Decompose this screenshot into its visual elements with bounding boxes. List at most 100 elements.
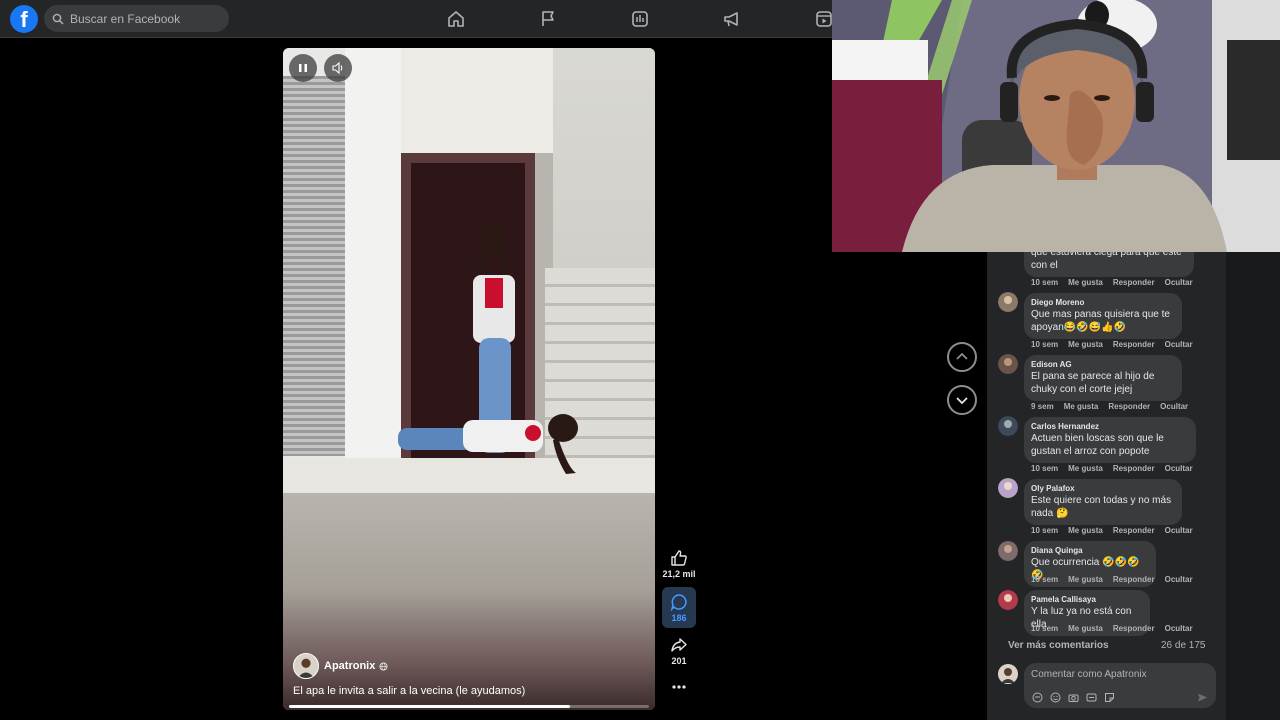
- commenter-name[interactable]: Edison AG: [1031, 360, 1175, 369]
- comment-like-link[interactable]: Me gusta: [1064, 402, 1099, 411]
- comment-count: 186: [671, 613, 687, 623]
- comment-time: 9 sem: [1031, 402, 1054, 411]
- commenter-avatar[interactable]: [998, 478, 1018, 498]
- video-scene-shutter: [283, 76, 345, 456]
- comment-reply-link[interactable]: Responder: [1113, 340, 1155, 349]
- volume-icon: [332, 61, 343, 75]
- comment-meta: 10 sem Me gusta Responder Ocultar: [1031, 575, 1203, 584]
- comment-time: 10 sem: [1031, 278, 1059, 287]
- send-icon[interactable]: [1197, 692, 1208, 703]
- webcam-overlay: [832, 0, 1280, 252]
- more-dots-icon: [672, 685, 686, 689]
- page-side-strip: [1226, 252, 1280, 720]
- comment-text: Actuen bien loscas son que le gustan el …: [1031, 433, 1164, 457]
- video-caption: El apa le invita a salir a la vecina (le…: [293, 685, 526, 697]
- comment-meta: 10 sem Me gusta Responder Ocultar: [1031, 624, 1203, 633]
- commenter-name[interactable]: Diego Moreno: [1031, 298, 1175, 307]
- comment-like-link[interactable]: Me gusta: [1068, 575, 1103, 584]
- comment-text: Que mas panas quisiera que te apoyan😂🤣😅👍…: [1031, 309, 1170, 333]
- comment-pagination: 26 de 175: [1161, 640, 1206, 651]
- share-icon: [671, 638, 687, 652]
- comment-hide-link[interactable]: Ocultar: [1165, 340, 1193, 349]
- facebook-logo[interactable]: f: [10, 5, 38, 33]
- video-scene-pillar: [345, 48, 401, 458]
- video-scene-wall: [401, 48, 553, 153]
- commenter-name[interactable]: Diana Quinga: [1031, 546, 1149, 555]
- video-icon[interactable]: [630, 9, 650, 29]
- share-count: 201: [671, 656, 687, 666]
- comment-like-link[interactable]: Me gusta: [1068, 624, 1103, 633]
- current-user-avatar[interactable]: [998, 664, 1018, 684]
- share-action[interactable]: 201: [662, 636, 696, 666]
- commenter-name[interactable]: Pamela Callisaya: [1031, 595, 1143, 604]
- comment-reply-link[interactable]: Responder: [1113, 278, 1155, 287]
- comment-hide-link[interactable]: Ocultar: [1165, 278, 1193, 287]
- comment-time: 10 sem: [1031, 464, 1059, 473]
- like-action[interactable]: 21,2 mil: [662, 549, 696, 579]
- pause-button[interactable]: [289, 54, 317, 82]
- reel-video-player[interactable]: Apatronix El apa le invita a salir a la …: [283, 48, 655, 710]
- comment-composer[interactable]: [1024, 663, 1216, 708]
- lying-person-figure: [398, 414, 578, 474]
- home-icon[interactable]: [446, 9, 466, 29]
- emoji-icon[interactable]: [1050, 692, 1061, 703]
- comment-like-link[interactable]: Me gusta: [1068, 340, 1103, 349]
- globe-icon: [379, 661, 388, 671]
- video-author[interactable]: Apatronix: [293, 653, 388, 679]
- sticker-icon[interactable]: [1104, 692, 1115, 703]
- comment-hide-link[interactable]: Ocultar: [1165, 575, 1193, 584]
- author-avatar[interactable]: [293, 653, 319, 679]
- previous-reel-button[interactable]: [947, 342, 977, 372]
- comment-hide-link[interactable]: Ocultar: [1165, 624, 1193, 633]
- see-more-comments-link[interactable]: Ver más comentarios: [1008, 640, 1109, 651]
- search-box[interactable]: [44, 5, 229, 32]
- comment-meta: 10 sem Me gusta Responder Ocultar: [1031, 340, 1203, 349]
- commenter-avatar[interactable]: [998, 541, 1018, 561]
- comment-reply-link[interactable]: Responder: [1113, 464, 1155, 473]
- comment-reply-link[interactable]: Responder: [1113, 624, 1155, 633]
- comment-text: El pana se parece al hijo de chuky con e…: [1031, 371, 1155, 395]
- comment-reply-link[interactable]: Responder: [1113, 575, 1155, 584]
- reels-icon[interactable]: [814, 9, 834, 29]
- comment-action[interactable]: 186: [662, 587, 696, 628]
- more-options-button[interactable]: [662, 678, 696, 696]
- camera-icon[interactable]: [1068, 692, 1079, 703]
- flag-icon[interactable]: [538, 9, 558, 29]
- webcam-streamer-image: [832, 0, 1280, 252]
- comment-meta: 9 sem Me gusta Responder Ocultar: [1031, 402, 1198, 411]
- commenter-avatar[interactable]: [998, 416, 1018, 436]
- gif-icon[interactable]: [1086, 692, 1097, 703]
- comment-bubble: Oly Palafox Este quiere con todas y no m…: [1024, 479, 1182, 525]
- avatar-sticker-icon[interactable]: [1032, 692, 1043, 703]
- megaphone-icon[interactable]: [722, 9, 742, 29]
- comment-bubble: Carlos Hernandez Actuen bien loscas son …: [1024, 417, 1196, 463]
- thumbs-up-icon: [671, 550, 687, 566]
- comment-hide-link[interactable]: Ocultar: [1160, 402, 1188, 411]
- pause-icon: [299, 64, 307, 72]
- comment-time: 10 sem: [1031, 526, 1059, 535]
- author-name[interactable]: Apatronix: [324, 660, 375, 672]
- comment-text: Este quiere con todas y no más nada 🤔: [1031, 495, 1172, 519]
- commenter-avatar[interactable]: [998, 354, 1018, 374]
- comment-hide-link[interactable]: Ocultar: [1165, 526, 1193, 535]
- video-progress-bar[interactable]: [289, 705, 649, 708]
- chevron-down-icon: [956, 397, 968, 405]
- comment-like-link[interactable]: Me gusta: [1068, 464, 1103, 473]
- comment-reply-link[interactable]: Responder: [1108, 402, 1150, 411]
- comment-meta: 10 sem Me gusta Responder Ocultar: [1031, 526, 1203, 535]
- comment-like-link[interactable]: Me gusta: [1068, 526, 1103, 535]
- comment-bubble: Edison AG El pana se parece al hijo de c…: [1024, 355, 1182, 401]
- comment-time: 10 sem: [1031, 340, 1059, 349]
- next-reel-button[interactable]: [947, 385, 977, 415]
- commenter-avatar[interactable]: [998, 292, 1018, 312]
- volume-button[interactable]: [324, 54, 352, 82]
- comment-hide-link[interactable]: Ocultar: [1165, 464, 1193, 473]
- comment-reply-link[interactable]: Responder: [1113, 526, 1155, 535]
- commenter-name[interactable]: Oly Palafox: [1031, 484, 1175, 493]
- comment-input[interactable]: [1031, 669, 1201, 680]
- search-input[interactable]: [70, 11, 220, 26]
- video-progress-fill: [289, 705, 570, 708]
- commenter-avatar[interactable]: [998, 590, 1018, 610]
- comment-like-link[interactable]: Me gusta: [1068, 278, 1103, 287]
- commenter-name[interactable]: Carlos Hernandez: [1031, 422, 1189, 431]
